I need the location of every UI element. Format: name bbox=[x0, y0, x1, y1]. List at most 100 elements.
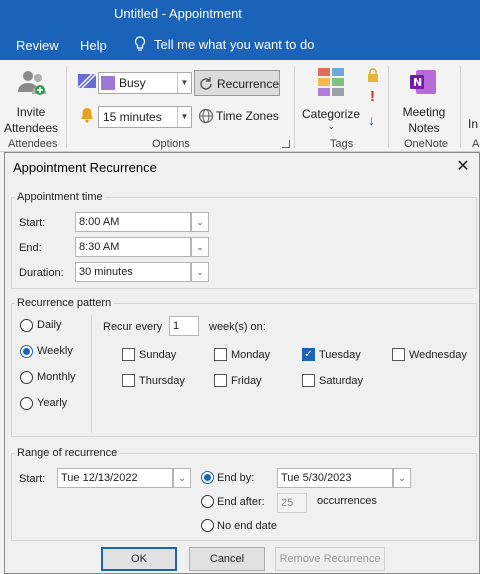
recurrence-button[interactable]: Recurrence bbox=[194, 70, 280, 96]
friday-label: Friday bbox=[231, 375, 262, 387]
end-time-label: End: bbox=[19, 242, 42, 254]
tuesday-label: Tuesday bbox=[319, 349, 361, 361]
dialog-title: Appointment Recurrence bbox=[13, 160, 157, 175]
appointment-recurrence-dialog: Appointment Recurrence ✕ Appointment tim… bbox=[4, 152, 480, 574]
end-time-dropdown[interactable]: ⌄ bbox=[191, 237, 209, 257]
show-as-select[interactable]: Busy ▼ bbox=[98, 72, 192, 94]
tags-group-label: Tags bbox=[330, 138, 354, 150]
reminder-value: 15 minutes bbox=[103, 110, 162, 124]
title-bar: Untitled - Appointment bbox=[0, 0, 480, 30]
weekly-label: Weekly bbox=[37, 345, 73, 357]
attendees-group-label: Attendees bbox=[8, 138, 58, 150]
monday-checkbox[interactable] bbox=[214, 348, 227, 361]
daily-label: Daily bbox=[37, 319, 62, 331]
end-by-radio[interactable] bbox=[201, 471, 214, 484]
onenote-group-label: OneNote bbox=[404, 138, 449, 150]
yearly-radio[interactable] bbox=[20, 397, 33, 410]
wednesday-label: Wednesday bbox=[409, 349, 467, 361]
meeting-notes-label-2: Notes bbox=[408, 121, 440, 135]
monthly-radio[interactable] bbox=[20, 371, 33, 384]
categorize-icon bbox=[318, 68, 344, 96]
window-title: Untitled - Appointment bbox=[114, 6, 242, 21]
truncated-button-label[interactable]: In bbox=[468, 116, 478, 132]
lightbulb-icon bbox=[134, 36, 146, 51]
weekly-radio[interactable] bbox=[20, 345, 33, 358]
end-after-radio[interactable] bbox=[201, 495, 214, 508]
categorize-label: Categorize bbox=[301, 107, 361, 121]
ribbon-separator bbox=[294, 66, 295, 148]
dialog-launcher-icon[interactable] bbox=[282, 140, 290, 148]
lock-icon[interactable] bbox=[367, 68, 379, 82]
weeks-on-label: week(s) on: bbox=[209, 321, 266, 333]
recur-every-input[interactable]: 1 bbox=[169, 316, 199, 336]
time-zones-button[interactable]: Time Zones bbox=[198, 106, 282, 128]
sunday-checkbox[interactable] bbox=[122, 348, 135, 361]
start-time-label: Start: bbox=[19, 217, 46, 229]
ribbon-separator bbox=[388, 66, 389, 148]
meeting-notes-label-1: Meeting bbox=[402, 105, 446, 119]
friday-checkbox[interactable] bbox=[214, 374, 227, 387]
menu-review[interactable]: Review bbox=[16, 38, 59, 53]
duration-input[interactable]: 30 minutes bbox=[75, 262, 191, 282]
end-after-input[interactable]: 25 bbox=[277, 493, 307, 513]
end-by-value: Tue 5/30/2023 bbox=[281, 472, 352, 484]
saturday-checkbox[interactable] bbox=[302, 374, 315, 387]
high-importance-icon[interactable]: ! bbox=[370, 88, 375, 105]
ok-button[interactable]: OK bbox=[101, 547, 177, 571]
thursday-checkbox[interactable] bbox=[122, 374, 135, 387]
show-as-value: Busy bbox=[119, 76, 146, 90]
meeting-notes-button[interactable]: N Meeting Notes bbox=[392, 64, 456, 136]
invite-attendees-button[interactable]: Invite Attendees bbox=[0, 64, 62, 136]
daily-radio[interactable] bbox=[20, 319, 33, 332]
chevron-down-icon: ▼ bbox=[177, 107, 191, 127]
appointment-time-legend: Appointment time bbox=[15, 191, 105, 203]
occurrences-label: occurrences bbox=[317, 495, 377, 507]
thursday-label: Thursday bbox=[139, 375, 185, 387]
recurrence-label: Recurrence bbox=[217, 77, 280, 91]
no-end-date-radio[interactable] bbox=[201, 519, 214, 532]
wednesday-checkbox[interactable] bbox=[392, 348, 405, 361]
show-as-icon bbox=[78, 74, 96, 88]
ribbon: Invite Attendees Attendees Busy ▼ Recurr… bbox=[0, 60, 480, 152]
monday-label: Monday bbox=[231, 349, 271, 361]
globe-icon bbox=[198, 108, 214, 124]
remove-recurrence-button[interactable]: Remove Recurrence bbox=[275, 547, 385, 571]
yearly-label: Yearly bbox=[37, 397, 68, 409]
people-icon bbox=[18, 71, 46, 95]
duration-value: 30 minutes bbox=[79, 266, 133, 278]
menu-help[interactable]: Help bbox=[80, 38, 107, 53]
monthly-label: Monthly bbox=[37, 371, 76, 383]
end-time-input[interactable]: 8:30 AM bbox=[75, 237, 191, 257]
cancel-button[interactable]: Cancel bbox=[189, 547, 265, 571]
reminder-select[interactable]: 15 minutes ▼ bbox=[98, 106, 192, 128]
chevron-down-icon: ▼ bbox=[177, 73, 191, 93]
tell-me-text: Tell me what you want to do bbox=[154, 36, 315, 52]
recurrence-icon bbox=[200, 77, 212, 90]
pattern-divider bbox=[91, 315, 92, 433]
no-end-date-label: No end date bbox=[217, 520, 277, 532]
options-group-label: Options bbox=[152, 138, 190, 150]
close-icon[interactable]: ✕ bbox=[453, 157, 473, 177]
time-zones-label: Time Zones bbox=[216, 109, 279, 123]
end-by-dropdown[interactable]: ⌄ bbox=[393, 468, 411, 488]
invite-label-2: Attendees bbox=[3, 121, 59, 135]
end-after-value: 25 bbox=[281, 497, 294, 509]
range-start-dropdown[interactable]: ⌄ bbox=[173, 468, 191, 488]
end-time-value: 8:30 AM bbox=[79, 241, 120, 253]
end-by-input[interactable]: Tue 5/30/2023 bbox=[277, 468, 393, 488]
recur-every-value: 1 bbox=[173, 320, 180, 332]
range-start-input[interactable]: Tue 12/13/2022 bbox=[57, 468, 173, 488]
range-start-value: Tue 12/13/2022 bbox=[61, 472, 138, 484]
tuesday-checkbox[interactable]: ✓ bbox=[302, 348, 315, 361]
recur-every-label: Recur every bbox=[103, 321, 163, 333]
invite-label-1: Invite bbox=[16, 105, 46, 119]
recurrence-pattern-legend: Recurrence pattern bbox=[15, 297, 114, 309]
start-time-dropdown[interactable]: ⌄ bbox=[191, 212, 209, 232]
categorize-button[interactable]: Categorize ⌄ bbox=[298, 64, 364, 136]
low-importance-icon[interactable]: ↓ bbox=[368, 112, 375, 128]
tell-me-search[interactable]: Tell me what you want to do bbox=[134, 36, 314, 52]
busy-swatch bbox=[101, 76, 115, 90]
duration-dropdown[interactable]: ⌄ bbox=[191, 262, 209, 282]
start-time-input[interactable]: 8:00 AM bbox=[75, 212, 191, 232]
end-after-label: End after: bbox=[217, 496, 265, 508]
